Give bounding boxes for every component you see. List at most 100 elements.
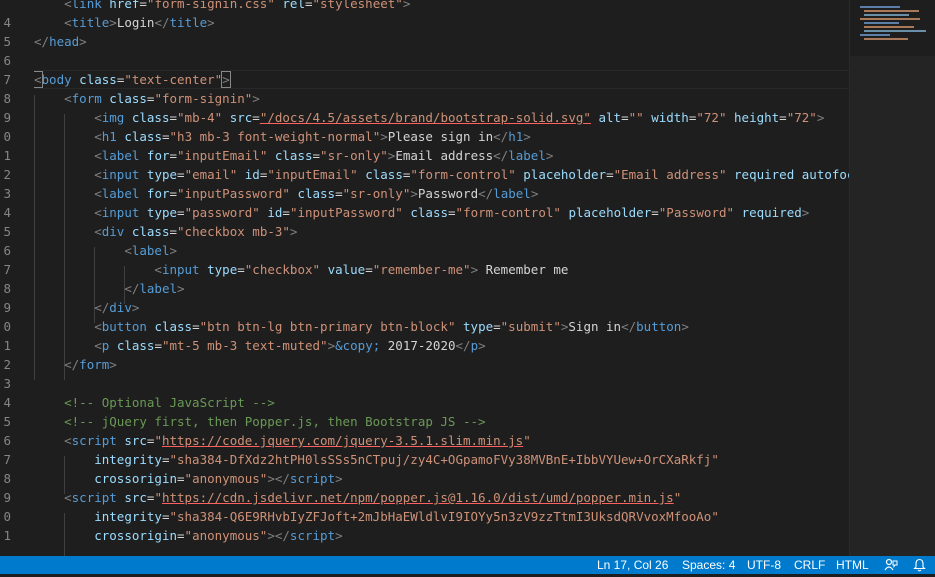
code-token: form xyxy=(71,91,102,106)
code-line[interactable]: </form> xyxy=(34,355,117,374)
line-number-gutter: 4 5 6 7 8 9 0 1 2 3 4 5 6 7 8 9 0 1 2 3 4 5 6 7 8 9 0 1 xyxy=(0,0,16,556)
code-line[interactable]: <label> xyxy=(34,241,177,260)
code-line[interactable]: <p class="mt-5 mb-3 text-muted">&copy; 2… xyxy=(34,336,485,355)
code-line[interactable]: <button class="btn btn-lg btn-primary bt… xyxy=(34,317,689,336)
code-token: "form-control" xyxy=(455,205,561,220)
code-token: > xyxy=(79,34,87,49)
code-line[interactable]: <title>Login</title> xyxy=(34,13,215,32)
code-token: > xyxy=(109,15,117,30)
line-number: 1 xyxy=(3,338,11,353)
language-mode[interactable]: HTML xyxy=(836,556,869,574)
indentation-setting[interactable]: Spaces: 4 xyxy=(682,556,735,574)
code-token: "mt-5 mb-3 text-muted" xyxy=(161,338,328,353)
code-line[interactable]: <form class="form-signin"> xyxy=(34,89,260,108)
code-token: class xyxy=(79,72,117,87)
code-line[interactable]: <input type="checkbox" value="remember-m… xyxy=(34,260,568,279)
code-area[interactable]: <link href="form-signin.css" rel="styles… xyxy=(34,0,849,556)
minimap[interactable] xyxy=(849,0,935,556)
code-token: = xyxy=(177,205,185,220)
file-encoding[interactable]: UTF-8 xyxy=(747,556,781,574)
code-token: width xyxy=(651,110,689,125)
cursor-position[interactable]: Ln 17, Col 26 xyxy=(597,556,668,574)
code-line[interactable]: crossorigin="anonymous"></script> xyxy=(34,526,342,545)
code-token: "checkbox" xyxy=(244,262,321,277)
code-token: label xyxy=(139,281,178,296)
code-line[interactable]: </head> xyxy=(34,32,87,51)
code-line[interactable]: <link href="form-signin.css" rel="styles… xyxy=(34,0,410,13)
code-token: < xyxy=(34,71,43,88)
code-token: height xyxy=(734,110,780,125)
code-line[interactable]: <img class="mb-4" src="/docs/4.5/assets/… xyxy=(34,108,824,127)
code-token: < xyxy=(64,490,72,505)
code-token: </ xyxy=(478,186,494,201)
code-line[interactable]: <input type="password" id="inputPassword… xyxy=(34,203,809,222)
code-token: </ xyxy=(34,34,50,49)
code-token: = xyxy=(192,319,200,334)
code-line[interactable]: </label> xyxy=(34,279,184,298)
code-token: class xyxy=(154,319,193,334)
code-line[interactable]: <input type="email" id="inputEmail" clas… xyxy=(34,165,849,184)
end-of-line-sequence[interactable]: CRLF xyxy=(794,556,825,574)
line-number: 5 xyxy=(3,224,11,239)
minimap-slider[interactable] xyxy=(850,56,935,556)
line-number: 4 xyxy=(3,15,11,30)
code-token: = xyxy=(304,0,313,11)
code-line[interactable]: <body class="text-center"> xyxy=(34,70,231,89)
code-token: ></ xyxy=(267,528,290,543)
code-line[interactable]: <!-- Optional JavaScript --> xyxy=(34,393,275,412)
code-token: > xyxy=(327,338,336,353)
code-token: crossorigin xyxy=(94,471,178,486)
code-line[interactable]: <h1 class="h3 mb-3 font-weight-normal">P… xyxy=(34,127,531,146)
code-line[interactable]: <script src="https://code.jquery.com/jqu… xyxy=(34,431,531,450)
code-token: </ xyxy=(621,319,637,334)
minimap-line xyxy=(864,22,899,24)
code-token: < xyxy=(94,148,102,163)
code-token: "inputPassword" xyxy=(177,186,290,201)
code-token: "remember-me" xyxy=(372,262,471,277)
code-token: &copy; xyxy=(335,338,381,353)
code-token: "sr-only" xyxy=(342,186,411,201)
code-line[interactable]: <!-- jQuery first, then Popper.js, then … xyxy=(34,412,485,431)
code-token: < xyxy=(94,205,102,220)
line-number: 6 xyxy=(3,53,11,68)
line-number: 2 xyxy=(3,167,11,182)
code-token: "inputEmail" xyxy=(177,148,268,163)
person-feedback-icon[interactable] xyxy=(884,558,898,572)
code-editor[interactable]: 4567890123456789012345678901 <link href=… xyxy=(0,0,935,556)
code-token: value xyxy=(327,262,366,277)
code-line[interactable]: <script src="https://cdn.jsdelivr.net/np… xyxy=(34,488,681,507)
code-line[interactable]: <label for="inputPassword" class="sr-onl… xyxy=(34,184,538,203)
code-token: < xyxy=(64,91,72,106)
code-line[interactable]: <div class="checkbox mb-3"> xyxy=(34,222,297,241)
code-token: "form-signin" xyxy=(154,91,253,106)
code-line[interactable]: <label for="inputEmail" class="sr-only">… xyxy=(34,146,553,165)
code-line[interactable]: integrity="sha384-Q6E9RHvbIyZFJoft+2mJbH… xyxy=(34,507,719,526)
line-number: 2 xyxy=(3,357,11,372)
code-token: button xyxy=(636,319,682,334)
bell-icon[interactable] xyxy=(913,558,926,572)
code-token: = xyxy=(493,319,501,334)
code-token: Please sign in xyxy=(387,129,494,144)
code-line[interactable]: crossorigin="anonymous"></script> xyxy=(34,469,342,488)
code-token: < xyxy=(94,319,102,334)
code-line[interactable]: integrity="sha384-DfXdz2htPH0lsSSs5nCTpu… xyxy=(34,450,719,469)
code-token: > xyxy=(545,148,554,163)
code-line[interactable]: </div> xyxy=(34,298,139,317)
minimap-line xyxy=(864,14,909,16)
code-token: "/docs/4.5/assets/brand/bootstrap-solid.… xyxy=(259,110,591,125)
code-token: integrity xyxy=(94,509,162,524)
code-token: https://cdn.jsdelivr.net/npm/popper.js@1… xyxy=(161,490,674,505)
code-token: > xyxy=(681,319,689,334)
code-token: > xyxy=(530,186,539,201)
